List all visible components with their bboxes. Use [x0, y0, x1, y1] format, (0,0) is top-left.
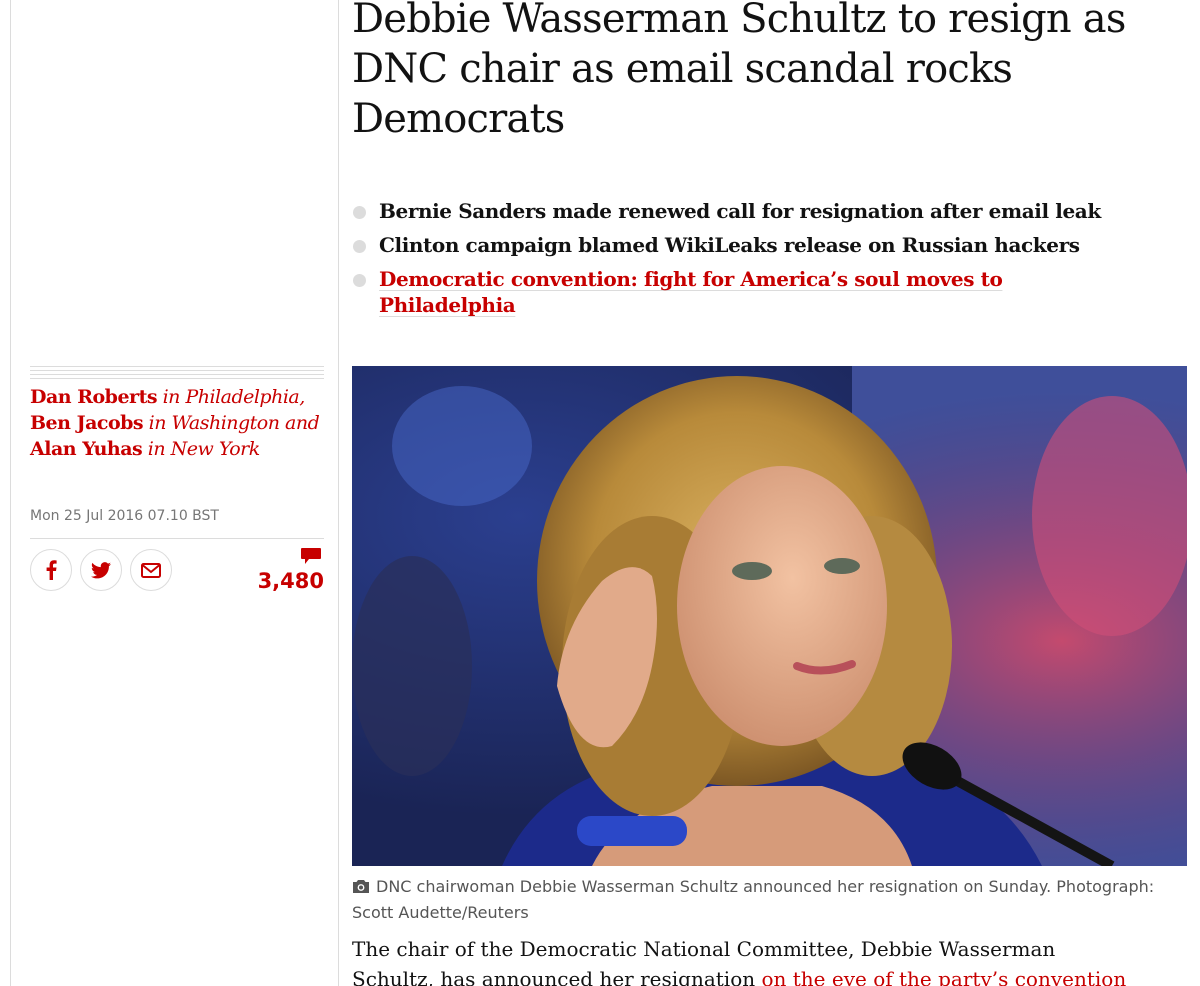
left-border-rule [10, 0, 11, 986]
caption-text: DNC chairwoman Debbie Wasserman Schultz … [352, 877, 1155, 922]
body-line: Schultz, has announced her resignation [352, 967, 762, 986]
standfirst-item: Bernie Sanders made renewed call for res… [352, 198, 1112, 224]
standfirst-text: Clinton campaign blamed WikiLeaks releas… [379, 233, 1080, 257]
author-link[interactable]: Alan Yuhas [30, 438, 143, 460]
bullet-dot-icon [353, 206, 366, 219]
meta-top-rules [30, 366, 324, 380]
related-article-link[interactable]: Democratic convention: fight for America… [379, 267, 1003, 317]
photo-illustration [352, 366, 1187, 866]
column-divider [338, 0, 339, 986]
byline-location: in Philadelphia, [157, 386, 306, 408]
standfirst-text: Bernie Sanders made renewed call for res… [379, 199, 1101, 223]
standfirst-list: Bernie Sanders made renewed call for res… [352, 198, 1112, 326]
camera-icon [353, 880, 369, 893]
publish-date: Mon 25 Jul 2016 07.10 BST [30, 508, 219, 524]
comments-link[interactable]: 3,480 [240, 547, 324, 595]
article-main-image[interactable] [352, 366, 1187, 866]
body-inline-link[interactable]: on the eve of the party’s convention [761, 967, 1126, 986]
byline: Dan Roberts in Philadelphia, Ben Jacobs … [30, 384, 330, 462]
byline-location: in Washington and [143, 412, 320, 434]
meta-divider [30, 538, 324, 539]
email-icon [141, 562, 161, 578]
twitter-icon [91, 561, 111, 578]
comment-count: 3,480 [257, 569, 324, 593]
byline-location: in New York [142, 438, 260, 460]
article-body: The chair of the Democratic National Com… [352, 934, 1200, 986]
body-line: The chair of the Democratic National Com… [352, 937, 1056, 961]
image-caption: DNC chairwoman Debbie Wasserman Schultz … [352, 874, 1192, 926]
facebook-icon [46, 560, 57, 580]
standfirst-item: Clinton campaign blamed WikiLeaks releas… [352, 232, 1112, 258]
bullet-dot-icon [353, 240, 366, 253]
article-headline: Debbie Wasserman Schultz to resign as DN… [352, 0, 1126, 142]
share-facebook-button[interactable] [30, 549, 72, 591]
standfirst-item-link[interactable]: Democratic convention: fight for America… [352, 266, 1112, 318]
author-link[interactable]: Dan Roberts [30, 386, 158, 408]
bullet-dot-icon [353, 274, 366, 287]
author-link[interactable]: Ben Jacobs [30, 412, 144, 434]
share-twitter-button[interactable] [80, 549, 122, 591]
share-email-button[interactable] [130, 549, 172, 591]
comment-bubble-icon [301, 548, 321, 564]
